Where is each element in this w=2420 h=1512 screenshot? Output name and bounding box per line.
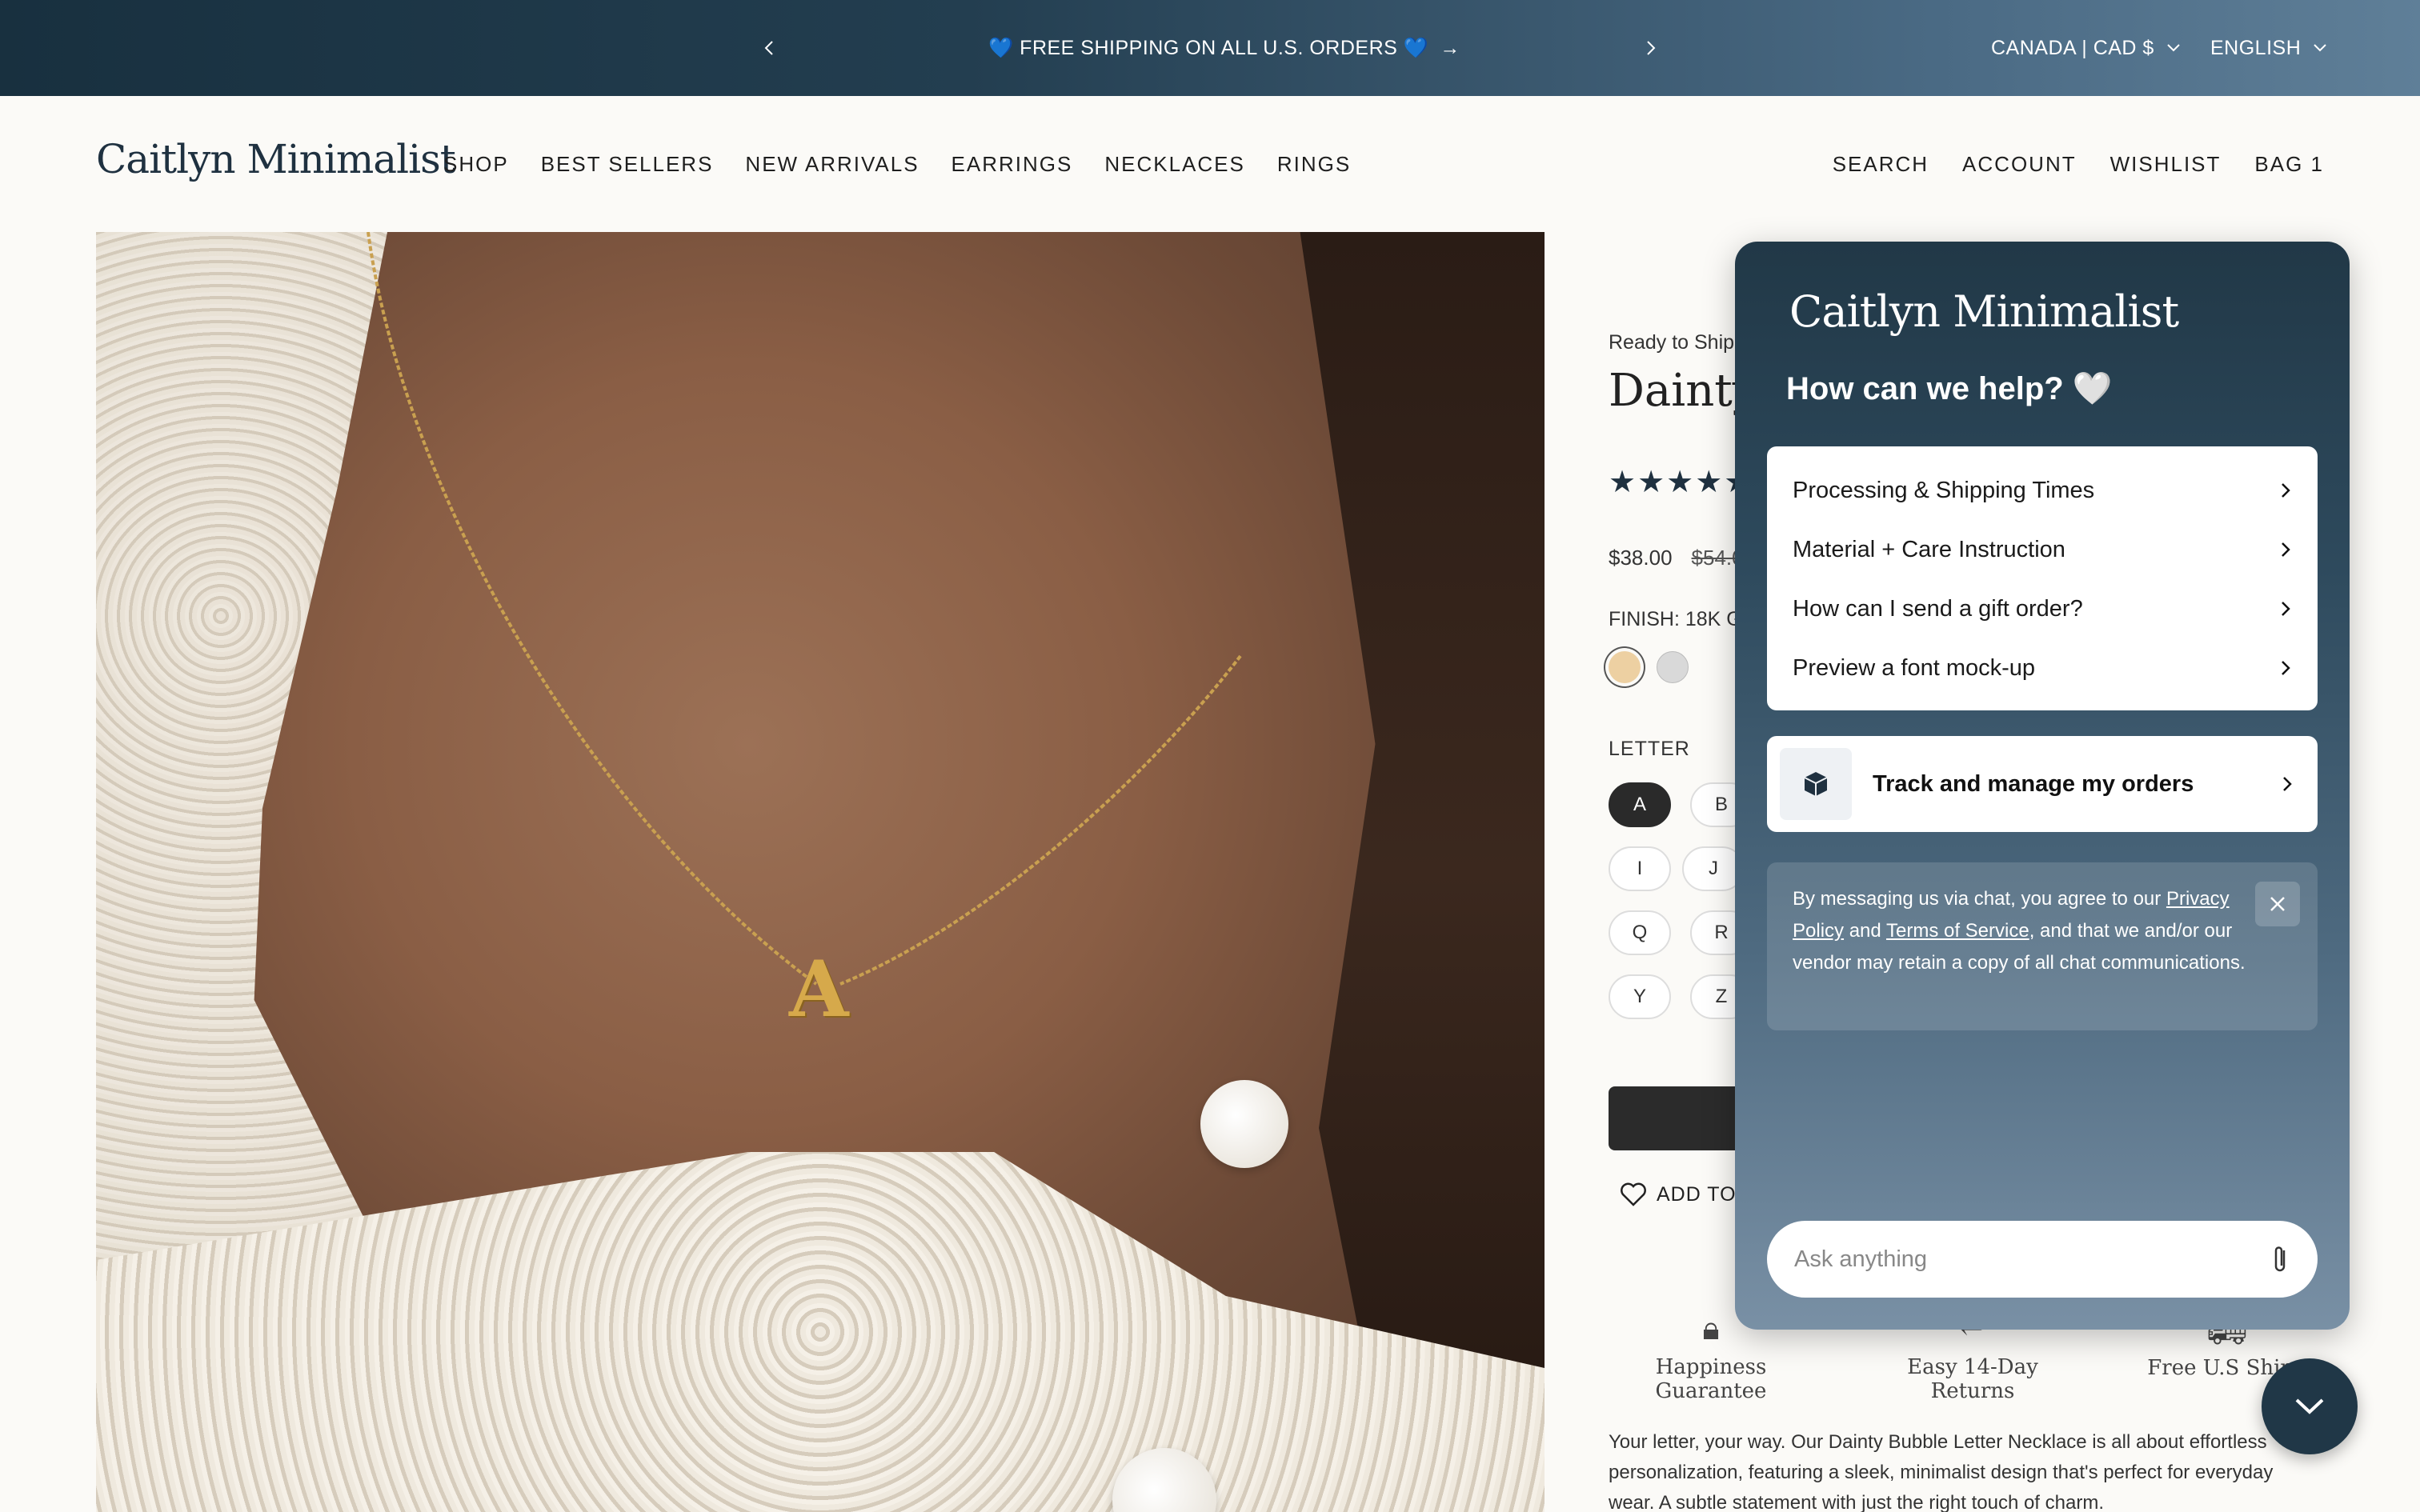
ready-to-ship-badge: Ready to Ship bbox=[1609, 331, 1735, 354]
rating-stars[interactable]: ★★★★★ bbox=[1609, 464, 1753, 500]
language-label: ENGLISH bbox=[2210, 36, 2302, 59]
perk-label: Easy 14-Day Returns bbox=[1907, 1355, 2038, 1403]
price-block: $38.00 $54.0 bbox=[1609, 546, 1744, 570]
faq-item-font-mockup[interactable]: Preview a font mock-up bbox=[1793, 638, 2292, 698]
chat-brand-logo: Caitlyn Minimalist bbox=[1789, 286, 2179, 337]
bag-link[interactable]: BAG 1 bbox=[2254, 152, 2324, 177]
sale-price: $38.00 bbox=[1609, 546, 1673, 570]
heart-icon bbox=[1621, 1182, 1646, 1206]
chevron-right-icon bbox=[2282, 602, 2290, 616]
consent-prefix: By messaging us via chat, you agree to o… bbox=[1793, 888, 2162, 910]
nav-best-sellers[interactable]: BEST SELLERS bbox=[541, 152, 714, 177]
letter-option-i[interactable]: I bbox=[1609, 846, 1671, 891]
consent-and: and bbox=[1849, 920, 1881, 942]
chevron-left-icon bbox=[764, 41, 773, 55]
letter-label: LETTER bbox=[1609, 738, 1690, 760]
wishlist-label: ADD TO bbox=[1657, 1182, 1737, 1206]
necklace-chain bbox=[367, 232, 1242, 986]
wishlist-link[interactable]: WISHLIST bbox=[2110, 152, 2222, 177]
chevron-right-icon bbox=[2282, 542, 2290, 557]
letter-option-q[interactable]: Q bbox=[1609, 910, 1671, 955]
country-selector[interactable]: CANADA | CAD $ bbox=[1991, 0, 2182, 96]
pendant-letter: A bbox=[789, 944, 849, 1034]
chat-input[interactable]: Ask anything bbox=[1767, 1221, 2318, 1298]
next-announcement-button[interactable] bbox=[1633, 30, 1668, 66]
chevron-right-icon bbox=[2282, 483, 2290, 498]
header-utilities: SEARCH ACCOUNT WISHLIST BAG 1 bbox=[1833, 96, 2324, 232]
consent-notice: By messaging us via chat, you agree to o… bbox=[1767, 862, 2318, 1030]
faq-item-material-care[interactable]: Material + Care Instruction bbox=[1793, 520, 2292, 579]
sweater-button bbox=[1200, 1080, 1288, 1168]
site-logo[interactable]: Caitlyn Minimalist bbox=[96, 136, 456, 182]
chat-widget: Caitlyn Minimalist How can we help? 🤍 Pr… bbox=[1735, 242, 2350, 1330]
announcement-bar: 💙 FREE SHIPPING ON ALL U.S. ORDERS 💙 → C… bbox=[0, 0, 2420, 96]
letter-option-y[interactable]: Y bbox=[1609, 974, 1671, 1019]
track-orders-button[interactable]: Track and manage my orders bbox=[1767, 736, 2318, 832]
close-consent-button[interactable] bbox=[2255, 882, 2300, 926]
product-image[interactable]: A bbox=[96, 232, 1545, 1512]
main-nav: SHOP BEST SELLERS NEW ARRIVALS EARRINGS … bbox=[443, 96, 1383, 232]
arrow-right-icon: → bbox=[1440, 36, 1460, 59]
announcement-text: 💙 FREE SHIPPING ON ALL U.S. ORDERS 💙 bbox=[988, 36, 1429, 59]
add-to-wishlist-button[interactable]: ADD TO bbox=[1620, 1182, 1737, 1206]
nav-rings[interactable]: RINGS bbox=[1277, 152, 1351, 177]
chevron-down-icon bbox=[2314, 44, 2326, 52]
account-link[interactable]: ACCOUNT bbox=[1962, 152, 2077, 177]
swatch-gold[interactable] bbox=[1609, 651, 1641, 683]
chevron-right-icon bbox=[2282, 661, 2290, 675]
chevron-down-icon bbox=[2167, 44, 2180, 52]
chat-input-placeholder: Ask anything bbox=[1794, 1246, 1928, 1272]
close-icon bbox=[2270, 897, 2285, 911]
language-selector[interactable]: ENGLISH bbox=[2210, 0, 2328, 96]
terms-of-service-link[interactable]: Terms of Service bbox=[1886, 920, 2029, 942]
chevron-right-icon bbox=[2283, 777, 2292, 791]
track-orders-label: Track and manage my orders bbox=[1873, 770, 2194, 797]
faq-item-shipping-times[interactable]: Processing & Shipping Times bbox=[1793, 461, 2292, 520]
chat-toggle-button[interactable] bbox=[2262, 1358, 2358, 1454]
nav-shop[interactable]: SHOP bbox=[443, 152, 509, 177]
letter-option-a[interactable]: A bbox=[1609, 782, 1671, 827]
chevron-down-icon bbox=[2295, 1398, 2324, 1414]
prev-announcement-button[interactable] bbox=[752, 30, 787, 66]
search-link[interactable]: SEARCH bbox=[1833, 152, 1929, 177]
product-description: Your letter, your way. Our Dainty Bubble… bbox=[1609, 1431, 2274, 1512]
nav-new-arrivals[interactable]: NEW ARRIVALS bbox=[745, 152, 919, 177]
faq-list: Processing & Shipping Times Material + C… bbox=[1767, 446, 2318, 710]
paperclip-icon[interactable] bbox=[2271, 1244, 2290, 1274]
perk-label: Happiness Guarantee bbox=[1655, 1355, 1767, 1403]
site-header: Caitlyn Minimalist SHOP BEST SELLERS NEW… bbox=[0, 96, 2420, 232]
country-label: CANADA | CAD $ bbox=[1991, 36, 2154, 59]
faq-label: How can I send a gift order? bbox=[1793, 595, 2083, 622]
swatch-silver[interactable] bbox=[1657, 651, 1689, 683]
announcement-message[interactable]: 💙 FREE SHIPPING ON ALL U.S. ORDERS 💙 → bbox=[944, 0, 1504, 96]
chat-heading: How can we help? 🤍 bbox=[1786, 371, 2113, 406]
faq-label: Material + Care Instruction bbox=[1793, 536, 2065, 562]
nav-earrings[interactable]: EARRINGS bbox=[952, 152, 1073, 177]
package-icon bbox=[1780, 748, 1852, 820]
faq-label: Preview a font mock-up bbox=[1793, 654, 2036, 681]
nav-necklaces[interactable]: NECKLACES bbox=[1104, 152, 1245, 177]
chevron-right-icon bbox=[1647, 41, 1656, 55]
faq-item-gift-order[interactable]: How can I send a gift order? bbox=[1793, 579, 2292, 638]
faq-label: Processing & Shipping Times bbox=[1793, 477, 2095, 503]
finish-label: FINISH: 18K Go bbox=[1609, 608, 1753, 630]
